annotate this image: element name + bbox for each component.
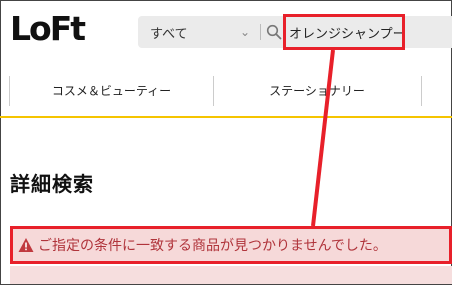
category-select-label: すべて xyxy=(150,26,188,42)
nav-divider xyxy=(421,76,422,106)
search-icon[interactable] xyxy=(266,24,282,40)
alert-message: ご指定の条件に一致する商品が見つかりませんでした。 xyxy=(38,238,387,254)
category-select[interactable]: すべて ⌄ xyxy=(138,16,260,48)
search-query-highlight xyxy=(283,14,405,50)
no-results-alert: ご指定の条件に一致する商品が見つかりませんでした。 xyxy=(10,226,452,264)
page-title: 詳細検索 xyxy=(10,172,94,196)
nav-item-cosme-beauty[interactable]: コスメ＆ビューティー xyxy=(10,80,213,102)
nav-accent-bar xyxy=(0,116,452,118)
search-divider xyxy=(260,24,261,40)
category-nav: コスメ＆ビューティー ステーショナリー xyxy=(0,72,452,112)
nav-item-stationery[interactable]: ステーショナリー xyxy=(214,80,420,102)
warning-icon xyxy=(18,238,34,252)
alert-shadow-region xyxy=(10,266,452,284)
chevron-down-icon: ⌄ xyxy=(239,25,250,39)
loft-logo[interactable]: LoFt xyxy=(10,9,86,49)
